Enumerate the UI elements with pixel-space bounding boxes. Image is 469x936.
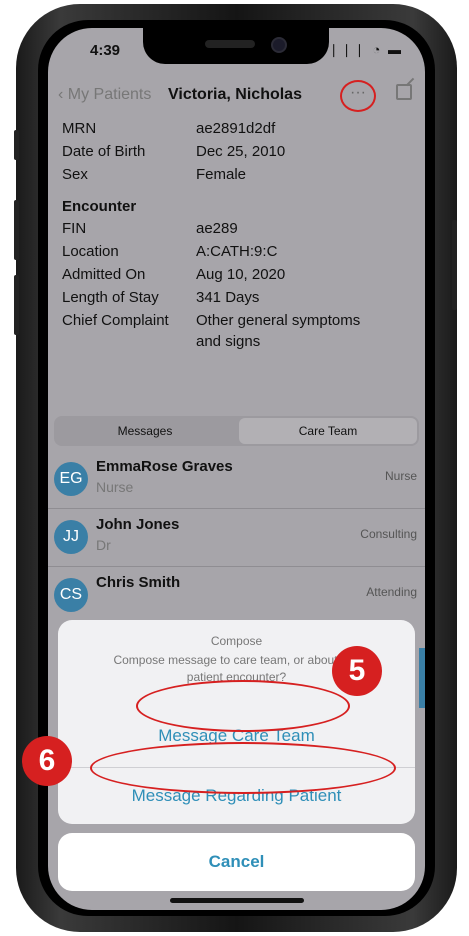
- location-value: A:CATH:9:C: [196, 243, 278, 260]
- member-role: Attending: [366, 585, 417, 599]
- cancel-button[interactable]: Cancel: [58, 833, 415, 891]
- segmented-control: Messages Care Team: [54, 416, 419, 446]
- more-options-button[interactable]: ···: [340, 80, 376, 112]
- member-role: Nurse: [384, 469, 417, 483]
- sheet-message-line1: Compose message to care team, or about t…: [113, 653, 360, 667]
- back-button[interactable]: ‹ My Patients: [58, 86, 151, 104]
- admitted-label: Admitted On: [62, 266, 146, 283]
- fin-label: FIN: [62, 220, 87, 237]
- divider: [48, 508, 425, 509]
- volume-down-button: [14, 275, 19, 335]
- member-role: Consulting: [360, 527, 417, 541]
- member-name: John Jones: [96, 516, 180, 533]
- step-badge-6: 6: [22, 736, 72, 786]
- stay-label: Length of Stay: [62, 289, 159, 306]
- speaker: [205, 40, 255, 48]
- home-indicator[interactable]: [170, 898, 304, 903]
- step-badge-5: 5: [332, 646, 382, 696]
- complaint-label: Chief Complaint: [62, 312, 169, 329]
- nav-bar: ‹ My Patients Victoria, Nicholas ···: [48, 76, 425, 116]
- encounter-heading: Encounter: [62, 198, 137, 215]
- status-time: 4:39: [90, 42, 121, 59]
- member-name: Chris Smith: [96, 574, 181, 591]
- member-name: EmmaRose Graves: [96, 458, 233, 475]
- location-label: Location: [62, 243, 119, 260]
- admitted-value: Aug 10, 2020: [196, 266, 286, 283]
- list-item[interactable]: JJ John Jones Dr Consulting: [48, 510, 425, 564]
- fin-value: ae289: [196, 220, 238, 237]
- volume-up-button: [14, 200, 19, 260]
- mute-switch: [14, 130, 19, 160]
- mrn-label: MRN: [62, 120, 97, 137]
- member-title: Nurse: [96, 479, 134, 495]
- stay-value: 341 Days: [196, 289, 260, 306]
- avatar: JJ: [54, 520, 88, 554]
- list-item[interactable]: CS Chris Smith Attending: [48, 568, 425, 622]
- notch: [143, 28, 329, 64]
- power-button: [452, 220, 457, 310]
- divider: [48, 566, 425, 567]
- avatar: EG: [54, 462, 88, 496]
- complaint-value-line1: Other general symptoms: [196, 312, 361, 329]
- member-title: Dr: [96, 537, 111, 553]
- sex-label: Sex: [62, 166, 88, 183]
- avatar: CS: [54, 578, 88, 612]
- compose-icon[interactable]: [396, 84, 412, 100]
- front-camera: [271, 37, 287, 53]
- sex-value: Female: [196, 166, 247, 183]
- dob-value: Dec 25, 2010: [196, 143, 286, 160]
- highlight-ring-care-team: [136, 680, 350, 732]
- mrn-value: ae2891d2df: [196, 120, 276, 137]
- page-title: Victoria, Nicholas: [168, 86, 302, 103]
- status-icons: ❘❘❘ ◔ ▬: [328, 42, 403, 57]
- scroll-indicator: [419, 648, 425, 708]
- highlight-ring-regarding-patient: [90, 742, 396, 794]
- complaint-value-line2: and signs: [196, 333, 261, 350]
- tab-messages[interactable]: Messages: [56, 418, 234, 444]
- tab-care-team[interactable]: Care Team: [239, 418, 417, 444]
- dob-label: Date of Birth: [62, 143, 146, 160]
- list-item[interactable]: EG EmmaRose Graves Nurse Nurse: [48, 452, 425, 506]
